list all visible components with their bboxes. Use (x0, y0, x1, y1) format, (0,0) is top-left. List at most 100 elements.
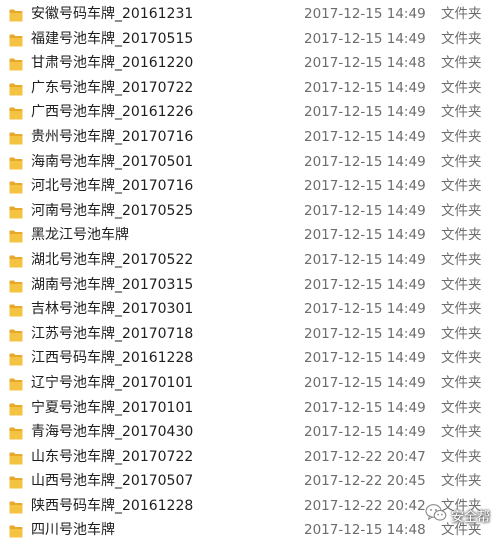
file-row[interactable]: 山东号池车牌_20170722 2017-12-22 20:47 文件夹 (0, 445, 500, 470)
file-modified-date: 2017-12-15 14:49 (304, 399, 426, 416)
file-name: 四川号池车牌 (31, 522, 115, 539)
file-type: 文件夹 (441, 350, 482, 367)
file-name: 辽宁号池车牌_20170101 (31, 374, 194, 391)
file-row[interactable]: 贵州号池车牌_20170716 2017-12-15 14:49 文件夹 (0, 125, 500, 150)
folder-icon (9, 474, 23, 489)
folder-icon (9, 204, 23, 219)
folder-icon (9, 155, 23, 170)
watermark-text: 安全帮 (450, 509, 490, 525)
file-row[interactable]: 江苏号池车牌_20170718 2017-12-15 14:49 文件夹 (0, 322, 500, 347)
file-type: 文件夹 (441, 448, 482, 465)
file-row[interactable]: 吉林号池车牌_20170301 2017-12-15 14:49 文件夹 (0, 297, 500, 322)
file-name: 吉林号池车牌_20170301 (31, 301, 194, 318)
folder-icon (9, 425, 23, 440)
file-row[interactable]: 黑龙江号池车牌 2017-12-15 14:49 文件夹 (0, 223, 500, 248)
file-type: 文件夹 (441, 178, 482, 195)
file-type: 文件夹 (441, 374, 482, 391)
file-type: 文件夹 (441, 399, 482, 416)
file-row[interactable]: 福建号池车牌_20170515 2017-12-15 14:49 文件夹 (0, 27, 500, 52)
file-type: 文件夹 (441, 79, 482, 96)
folder-icon (9, 450, 23, 465)
file-name: 湖北号池车牌_20170522 (31, 251, 194, 268)
file-name: 广东号池车牌_20170722 (31, 79, 194, 96)
folder-icon (9, 228, 23, 243)
file-type: 文件夹 (441, 202, 482, 219)
file-row[interactable]: 山西号池车牌_20170507 2017-12-22 20:45 文件夹 (0, 469, 500, 494)
file-modified-date: 2017-12-15 14:49 (304, 128, 426, 145)
file-name: 贵州号池车牌_20170716 (31, 128, 194, 145)
file-type: 文件夹 (441, 128, 482, 145)
file-type: 文件夹 (441, 473, 482, 490)
folder-icon (9, 401, 23, 415)
file-row[interactable]: 安徽号码车牌_20161231 2017-12-15 14:49 文件夹 (0, 2, 500, 27)
folder-icon (9, 32, 23, 47)
file-name: 河南号池车牌_20170525 (31, 202, 194, 219)
file-modified-date: 2017-12-15 14:49 (304, 104, 426, 121)
folder-icon (9, 302, 23, 317)
folder-icon (9, 105, 23, 120)
file-modified-date: 2017-12-22 20:47 (304, 448, 426, 465)
file-name: 海南号池车牌_20170501 (31, 153, 194, 170)
file-name: 青海号池车牌_20170430 (31, 424, 194, 441)
folder-icon (9, 278, 23, 293)
file-name: 黑龙江号池车牌 (31, 227, 129, 244)
file-type: 文件夹 (441, 104, 482, 121)
file-name: 江苏号池车牌_20170718 (31, 325, 194, 342)
file-row[interactable]: 宁夏号池车牌_20170101 2017-12-15 14:49 文件夹 (0, 396, 500, 421)
file-type: 文件夹 (441, 6, 482, 22)
file-name: 山东号池车牌_20170722 (31, 448, 194, 465)
file-modified-date: 2017-12-15 14:49 (304, 6, 426, 22)
file-modified-date: 2017-12-15 14:49 (304, 251, 426, 268)
folder-icon (9, 376, 23, 391)
file-name: 河北号池车牌_20170716 (31, 178, 194, 195)
file-row[interactable]: 甘肃号池车牌_20161220 2017-12-15 14:48 文件夹 (0, 51, 500, 76)
folder-icon (9, 327, 23, 342)
folder-icon (9, 81, 23, 96)
file-name: 湖南号池车牌_20170315 (31, 276, 194, 293)
file-row[interactable]: 海南号池车牌_20170501 2017-12-15 14:49 文件夹 (0, 150, 500, 175)
file-modified-date: 2017-12-15 14:49 (304, 301, 426, 318)
file-modified-date: 2017-12-22 20:42 (304, 497, 426, 514)
file-modified-date: 2017-12-15 14:49 (304, 79, 426, 96)
file-modified-date: 2017-12-15 14:48 (304, 55, 426, 72)
file-name: 宁夏号池车牌_20170101 (31, 399, 194, 416)
file-type: 文件夹 (441, 30, 482, 47)
file-list: 安徽号码车牌_20161231 2017-12-15 14:49 文件夹 福建号池车牌… (0, 2, 500, 543)
file-modified-date: 2017-12-15 14:49 (304, 153, 426, 170)
file-modified-date: 2017-12-15 14:49 (304, 30, 426, 47)
file-row[interactable]: 广西号池车牌_20161226 2017-12-15 14:49 文件夹 (0, 100, 500, 125)
folder-icon (9, 130, 23, 145)
watermark: 安全帮 (425, 504, 490, 526)
file-name: 山西号池车牌_20170507 (31, 473, 194, 490)
file-name: 陕西号码车牌_20161228 (31, 497, 194, 514)
file-name: 广西号池车牌_20161226 (31, 104, 194, 121)
file-row[interactable]: 广东号池车牌_20170722 2017-12-15 14:49 文件夹 (0, 76, 500, 101)
file-row[interactable]: 湖北号池车牌_20170522 2017-12-15 14:49 文件夹 (0, 248, 500, 273)
file-modified-date: 2017-12-15 14:49 (304, 350, 426, 367)
file-modified-date: 2017-12-15 14:49 (304, 374, 426, 391)
file-type: 文件夹 (441, 251, 482, 268)
file-row[interactable]: 河南号池车牌_20170525 2017-12-15 14:49 文件夹 (0, 199, 500, 224)
folder-icon (9, 56, 23, 71)
file-modified-date: 2017-12-15 14:49 (304, 276, 426, 293)
folder-icon (9, 179, 23, 194)
file-name: 江西号码车牌_20161228 (31, 350, 194, 367)
file-modified-date: 2017-12-15 14:49 (304, 202, 426, 219)
file-modified-date: 2017-12-15 14:49 (304, 325, 426, 342)
wechat-icon (425, 503, 447, 527)
file-type: 文件夹 (441, 276, 482, 293)
file-row[interactable]: 青海号池车牌_20170430 2017-12-15 14:49 文件夹 (0, 420, 500, 445)
file-type: 文件夹 (441, 424, 482, 441)
file-modified-date: 2017-12-15 14:48 (304, 522, 426, 539)
file-type: 文件夹 (441, 153, 482, 170)
file-row[interactable]: 湖南号池车牌_20170315 2017-12-15 14:49 文件夹 (0, 273, 500, 298)
folder-icon (9, 499, 23, 514)
file-row[interactable]: 辽宁号池车牌_20170101 2017-12-15 14:49 文件夹 (0, 371, 500, 396)
file-name: 安徽号码车牌_20161231 (31, 6, 194, 22)
file-type: 文件夹 (441, 55, 482, 72)
file-row[interactable]: 河北号池车牌_20170716 2017-12-15 14:49 文件夹 (0, 174, 500, 199)
file-modified-date: 2017-12-15 14:49 (304, 178, 426, 195)
file-name: 福建号池车牌_20170515 (31, 30, 194, 47)
file-modified-date: 2017-12-15 14:49 (304, 424, 426, 441)
file-row[interactable]: 江西号码车牌_20161228 2017-12-15 14:49 文件夹 (0, 346, 500, 371)
